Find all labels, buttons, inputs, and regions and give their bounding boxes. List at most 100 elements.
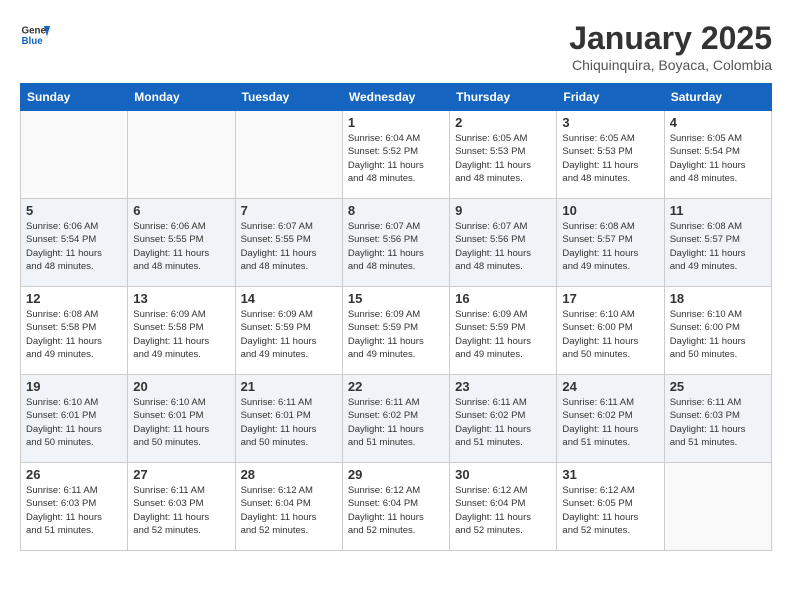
table-row: 25Sunrise: 6:11 AM Sunset: 6:03 PM Dayli… [664,375,771,463]
table-row: 17 Sunrise: 6:10 AM Sunset: 6:00 PM Dayli… [557,287,664,375]
table-row: 6 Sunrise: 6:06 AM Sunset: 5:55 PM Daylig… [128,199,235,287]
table-row: 10Sunrise: 6:08 AM Sunset: 5:57 PM Dayli… [557,199,664,287]
header-friday: Friday [557,84,664,111]
day-info: Sunrise: 6:11 AM Sunset: 6:01 PM Dayligh… [241,396,337,449]
header-saturday: Saturday [664,84,771,111]
day-info: Sunrise: 6:06 AM Sunset: 5:55 PM Dayligh… [133,220,229,273]
table-row: 16 Sunrise: 6:09 AM Sunset: 5:59 PM Dayli… [450,287,557,375]
day-number: 28 [241,467,337,482]
logo-icon: General Blue [20,20,50,50]
table-row: 26 Sunrise: 6:11 AM Sunset: 6:03 PM Dayli… [21,463,128,551]
table-row: 15 Sunrise: 6:09 AM Sunset: 5:59 PM Dayli… [342,287,449,375]
day-number: 21 [241,379,337,394]
day-info: Sunrise: 6:05 AM Sunset: 5:53 PM Dayligh… [562,132,658,185]
day-number: 11 [670,203,766,218]
header-wednesday: Wednesday [342,84,449,111]
day-info: Sunrise: 6:08 AM Sunset: 5:58 PM Dayligh… [26,308,122,361]
title-block: January 2025 Chiquinquira, Boyaca, Colom… [569,20,772,73]
day-number: 5 [26,203,122,218]
table-row: 31 Sunrise: 6:12 AM Sunset: 6:05 PM Dayli… [557,463,664,551]
day-info: Sunrise: 6:12 AM Sunset: 6:04 PM Dayligh… [455,484,551,537]
table-row: 14 Sunrise: 6:09 AM Sunset: 5:59 PM Dayli… [235,287,342,375]
day-number: 22 [348,379,444,394]
day-info: Sunrise: 6:11 AM Sunset: 6:03 PM Dayligh… [26,484,122,537]
table-row: 7 Sunrise: 6:07 AM Sunset: 5:55 PM Daylig… [235,199,342,287]
day-number: 29 [348,467,444,482]
calendar-week-row: 12Sunrise: 6:08 AM Sunset: 5:58 PM Dayli… [21,287,772,375]
table-row: 3 Sunrise: 6:05 AM Sunset: 5:53 PM Daylig… [557,111,664,199]
day-info: Sunrise: 6:11 AM Sunset: 6:02 PM Dayligh… [455,396,551,449]
day-number: 15 [348,291,444,306]
day-number: 30 [455,467,551,482]
calendar-week-row: 1 Sunrise: 6:04 AM Sunset: 5:52 PM Daylig… [21,111,772,199]
day-info: Sunrise: 6:09 AM Sunset: 5:59 PM Dayligh… [455,308,551,361]
table-row [128,111,235,199]
day-info: Sunrise: 6:11 AM Sunset: 6:03 PM Dayligh… [133,484,229,537]
day-info: Sunrise: 6:04 AM Sunset: 5:52 PM Dayligh… [348,132,444,185]
logo: General Blue [20,20,50,50]
calendar-subtitle: Chiquinquira, Boyaca, Colombia [569,57,772,73]
calendar-week-row: 26 Sunrise: 6:11 AM Sunset: 6:03 PM Dayli… [21,463,772,551]
day-number: 7 [241,203,337,218]
table-row: 18 Sunrise: 6:10 AM Sunset: 6:00 PM Dayli… [664,287,771,375]
day-info: Sunrise: 6:05 AM Sunset: 5:53 PM Dayligh… [455,132,551,185]
day-number: 4 [670,115,766,130]
day-number: 18 [670,291,766,306]
svg-text:Blue: Blue [22,36,44,47]
calendar-week-row: 19 Sunrise: 6:10 AM Sunset: 6:01 PM Dayli… [21,375,772,463]
day-info: Sunrise: 6:09 AM Sunset: 5:58 PM Dayligh… [133,308,229,361]
day-info: Sunrise: 6:11 AM Sunset: 6:02 PM Dayligh… [348,396,444,449]
day-info: Sunrise: 6:12 AM Sunset: 6:05 PM Dayligh… [562,484,658,537]
day-number: 17 [562,291,658,306]
day-info: Sunrise: 6:12 AM Sunset: 6:04 PM Dayligh… [241,484,337,537]
table-row [235,111,342,199]
day-number: 23 [455,379,551,394]
day-number: 6 [133,203,229,218]
table-row: 29 Sunrise: 6:12 AM Sunset: 6:04 PM Dayli… [342,463,449,551]
day-number: 8 [348,203,444,218]
table-row [664,463,771,551]
day-info: Sunrise: 6:09 AM Sunset: 5:59 PM Dayligh… [241,308,337,361]
day-number: 2 [455,115,551,130]
day-number: 25 [670,379,766,394]
day-header-row: Sunday Monday Tuesday Wednesday Thursday… [21,84,772,111]
table-row: 13Sunrise: 6:09 AM Sunset: 5:58 PM Dayli… [128,287,235,375]
day-info: Sunrise: 6:10 AM Sunset: 6:00 PM Dayligh… [670,308,766,361]
table-row: 27Sunrise: 6:11 AM Sunset: 6:03 PM Dayli… [128,463,235,551]
day-number: 31 [562,467,658,482]
table-row: 12Sunrise: 6:08 AM Sunset: 5:58 PM Dayli… [21,287,128,375]
table-row: 2 Sunrise: 6:05 AM Sunset: 5:53 PM Daylig… [450,111,557,199]
day-number: 26 [26,467,122,482]
table-row: 8Sunrise: 6:07 AM Sunset: 5:56 PM Daylig… [342,199,449,287]
day-number: 9 [455,203,551,218]
day-info: Sunrise: 6:07 AM Sunset: 5:55 PM Dayligh… [241,220,337,273]
table-row: 20 Sunrise: 6:10 AM Sunset: 6:01 PM Dayli… [128,375,235,463]
page-header: General Blue January 2025 Chiquinquira, … [20,20,772,73]
day-number: 1 [348,115,444,130]
table-row: 28 Sunrise: 6:12 AM Sunset: 6:04 PM Dayli… [235,463,342,551]
day-number: 14 [241,291,337,306]
header-sunday: Sunday [21,84,128,111]
header-thursday: Thursday [450,84,557,111]
table-row: 11 Sunrise: 6:08 AM Sunset: 5:57 PM Dayli… [664,199,771,287]
day-info: Sunrise: 6:10 AM Sunset: 6:01 PM Dayligh… [26,396,122,449]
table-row [21,111,128,199]
table-row: 1 Sunrise: 6:04 AM Sunset: 5:52 PM Daylig… [342,111,449,199]
day-info: Sunrise: 6:08 AM Sunset: 5:57 PM Dayligh… [670,220,766,273]
header-monday: Monday [128,84,235,111]
table-row: 9Sunrise: 6:07 AM Sunset: 5:56 PM Daylig… [450,199,557,287]
day-number: 19 [26,379,122,394]
day-info: Sunrise: 6:09 AM Sunset: 5:59 PM Dayligh… [348,308,444,361]
calendar-table: Sunday Monday Tuesday Wednesday Thursday… [20,83,772,551]
day-info: Sunrise: 6:08 AM Sunset: 5:57 PM Dayligh… [562,220,658,273]
day-info: Sunrise: 6:10 AM Sunset: 6:01 PM Dayligh… [133,396,229,449]
day-number: 3 [562,115,658,130]
day-info: Sunrise: 6:12 AM Sunset: 6:04 PM Dayligh… [348,484,444,537]
day-info: Sunrise: 6:11 AM Sunset: 6:02 PM Dayligh… [562,396,658,449]
day-number: 20 [133,379,229,394]
header-tuesday: Tuesday [235,84,342,111]
table-row: 24Sunrise: 6:11 AM Sunset: 6:02 PM Dayli… [557,375,664,463]
table-row: 23 Sunrise: 6:11 AM Sunset: 6:02 PM Dayli… [450,375,557,463]
day-info: Sunrise: 6:10 AM Sunset: 6:00 PM Dayligh… [562,308,658,361]
day-number: 16 [455,291,551,306]
